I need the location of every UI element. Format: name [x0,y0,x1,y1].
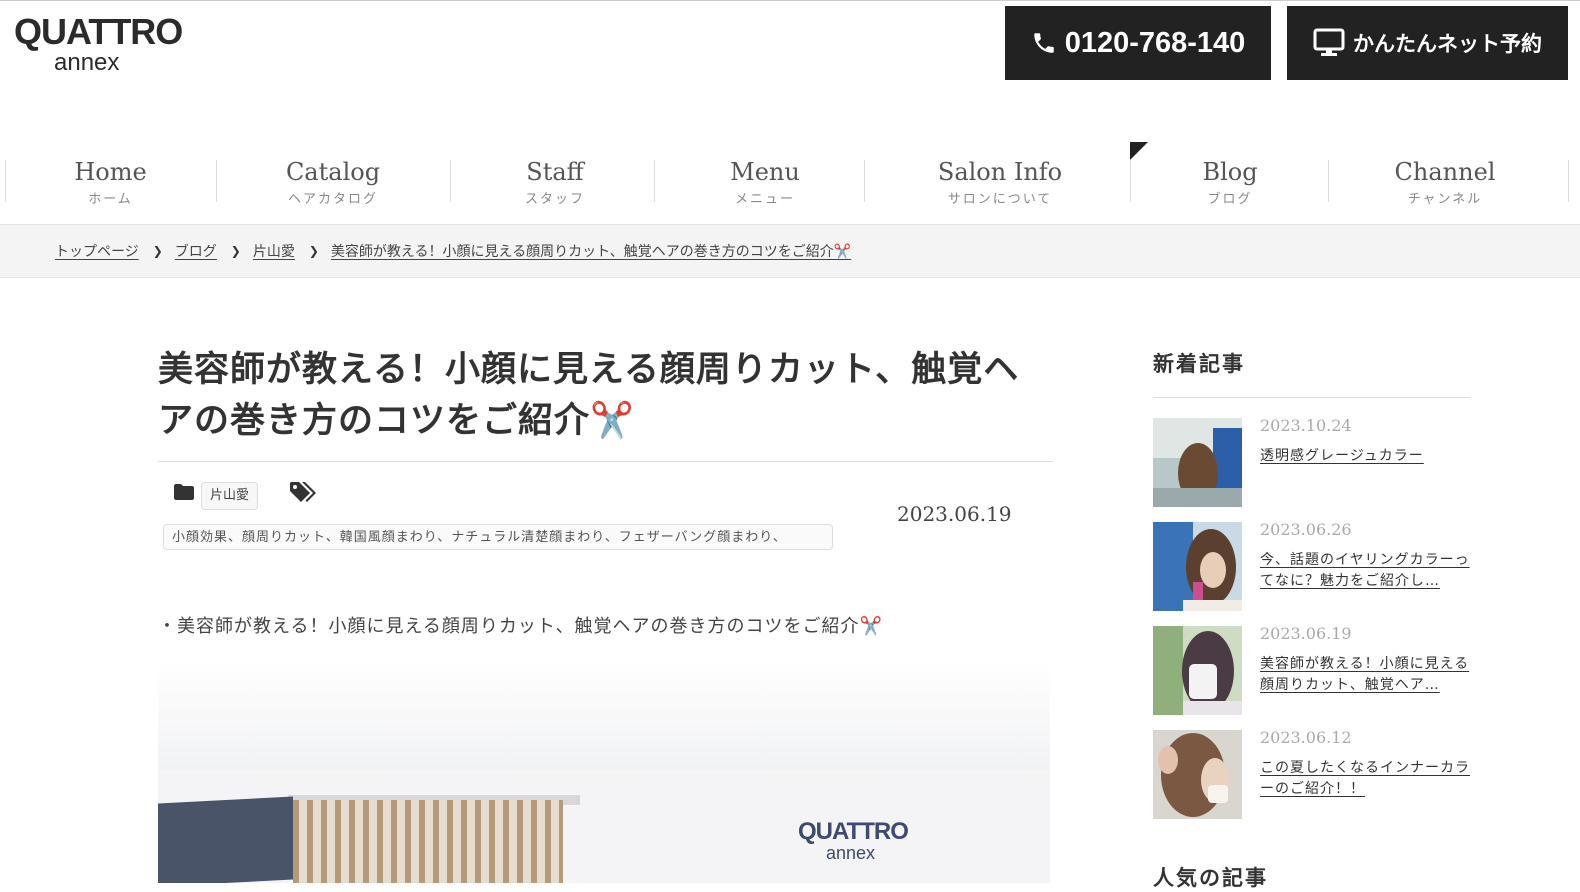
article-title: 美容師が教える！小顔に見える顔周りカット、触覚ヘアの巻き方のコツをご紹介✂️ [158,350,1020,441]
hero-sky [158,660,1050,770]
nav-label-en: Menu [730,158,800,186]
hero-sign-text: QUATTRO [798,818,909,845]
post-title-link[interactable]: 美容師が教える！小顔に見える顔周りカット、触覚ヘア… [1260,654,1472,696]
nav-item-salon-info[interactable]: Salon Info サロンについて [920,158,1080,208]
nav-label-en: Salon Info [937,158,1063,186]
nav-label-ja: スタッフ [524,192,585,207]
nav-label-en: Home [74,158,147,186]
breadcrumb-link-current[interactable]: 美容師が教える！小顔に見える顔周りカット、触覚ヘアの巻き方のコツをご紹介✂️ [331,241,851,261]
nav-label-ja: メニュー [734,192,795,207]
breadcrumb-link-blog[interactable]: ブログ [175,241,217,261]
hero-dark-panel [158,796,293,883]
post-title-link[interactable]: 今、話題のイヤリングカラーってなに？魅力をご紹介し… [1260,550,1472,592]
chevron-right-icon: ❯ [152,244,163,258]
nav-label-en: Blog [1202,158,1258,186]
nav-label-en: Staff [526,158,584,186]
phone-number: 0120-768-140 [1064,26,1246,59]
article-lead: ・美容師が教える！小顔に見える顔周りカット、触覚ヘアの巻き方のコツをご紹介✂️ [158,616,883,637]
sidebar-post[interactable]: 2023.06.26 今、話題のイヤリングカラーってなに？魅力をご紹介し… [1153,520,1472,612]
nav-divider [864,160,865,202]
post-thumbnail[interactable] [1153,522,1242,611]
nav-divider [5,160,6,202]
sidebar-post[interactable]: 2023.06.19 美容師が教える！小顔に見える顔周りカット、触覚ヘア… [1153,624,1472,716]
sidebar-post[interactable]: 2023.10.24 透明感グレージュカラー [1153,416,1472,508]
nav-item-blog[interactable]: Blog ブログ [1155,158,1305,208]
nav-item-staff[interactable]: Staff スタッフ [480,158,630,208]
post-date: 2023.10.24 [1260,416,1352,435]
post-title-link[interactable]: この夏したくなるインナーカラーのご紹介！！ [1260,758,1472,800]
post-title-link[interactable]: 透明感グレージュカラー [1260,446,1472,467]
post-date: 2023.06.19 [897,502,1012,526]
breadcrumb-link-top[interactable]: トップページ [55,241,139,261]
nav-item-catalog[interactable]: Catalog ヘアカタログ [258,158,408,208]
title-divider [158,461,1053,462]
phone-icon [1031,29,1057,57]
hero-wood-slats [293,800,563,883]
net-reservation-label: かんたんネット予約 [1353,32,1542,56]
global-nav: Home ホーム Catalog ヘアカタログ Staff スタッフ Menu … [0,140,1580,225]
sidebar-divider [1153,397,1471,398]
sidebar-post[interactable]: 2023.06.12 この夏したくなるインナーカラーのご紹介！！ [1153,728,1472,820]
tag-list[interactable]: 小顔効果、顔周りカット、韓国風顔まわり、ナチュラル清楚顔まわり、フェザーバング顔… [163,524,833,550]
nav-divider [1130,160,1131,202]
logo-text-main: QUATTRO [14,11,183,52]
nav-item-home[interactable]: Home ホーム [38,158,183,208]
breadcrumb: トップページ ❯ ブログ ❯ 片山愛 ❯ 美容師が教える！小顔に見える顔周りカッ… [0,225,1580,278]
nav-divider [1568,160,1569,202]
nav-label-ja: ホーム [88,192,133,207]
site-logo[interactable]: QUATTRO annex [14,12,184,76]
net-reservation-button[interactable]: かんたんネット予約 [1287,6,1568,80]
post-thumbnail[interactable] [1153,626,1242,715]
popular-posts-heading: 人気の記事 [1153,866,1268,890]
active-nav-marker [1130,142,1148,160]
nav-label-ja: サロンについて [947,192,1053,207]
nav-divider [450,160,451,202]
nav-label-en: Catalog [285,158,381,186]
phone-button[interactable]: 0120-768-140 [1005,6,1271,80]
nav-divider [1328,160,1329,202]
monitor-icon [1313,28,1345,58]
folder-icon [174,484,194,504]
chevron-right-icon: ❯ [230,244,241,258]
hero-sign-subtext: annex [826,843,876,863]
logo-text-sub: annex [54,49,120,76]
article-hero-image: QUATTRO annex [158,660,1050,883]
nav-label-ja: ブログ [1207,192,1253,207]
post-date: 2023.06.26 [1260,520,1352,539]
post-thumbnail[interactable] [1153,730,1242,819]
nav-item-channel[interactable]: Channel チャンネル [1370,158,1520,208]
breadcrumb-link-author[interactable]: 片山愛 [253,241,295,261]
chevron-right-icon: ❯ [308,244,319,258]
nav-label-en: Channel [1394,158,1496,186]
post-thumbnail[interactable] [1153,418,1242,507]
tags-icon [290,481,318,507]
nav-label-ja: チャンネル [1407,192,1483,207]
nav-divider [216,160,217,202]
post-date: 2023.06.19 [1260,624,1352,643]
nav-label-ja: ヘアカタログ [287,192,378,207]
category-badge[interactable]: 片山愛 [201,482,259,510]
nav-divider [654,160,655,202]
new-posts-heading: 新着記事 [1153,352,1245,376]
top-border [0,0,1580,1]
post-date: 2023.06.12 [1260,728,1352,747]
nav-item-menu[interactable]: Menu メニュー [690,158,840,208]
